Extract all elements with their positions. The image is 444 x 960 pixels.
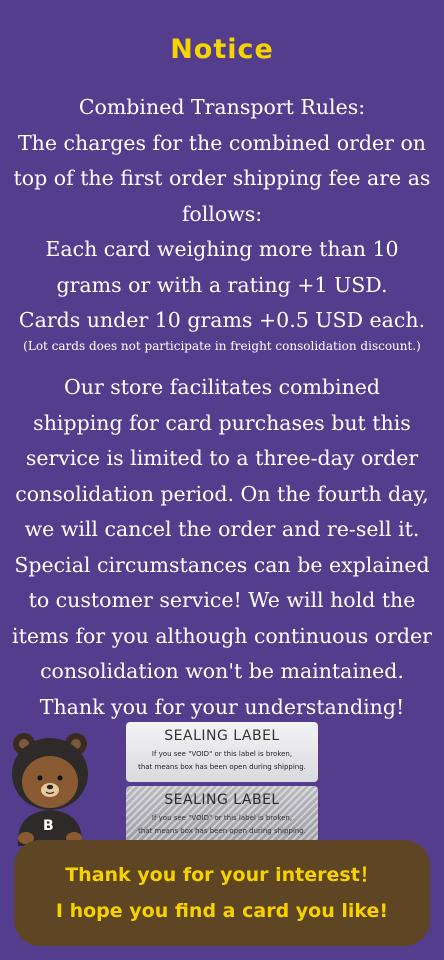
thank-you-banner: Thank you for your interest！ I hope you … (14, 840, 430, 946)
policy-line: service is limited to a three-day order (25, 446, 419, 470)
rules-line: The charges for the combined order on (17, 130, 427, 155)
banner-line-2: I hope you find a card you like! (55, 900, 389, 922)
policy-line: items for you although continuous order (12, 623, 432, 648)
rules-line: Cards under 10 grams +0.5 USD each. (18, 308, 426, 332)
sealing-label-text: that means box has been open during ship… (138, 763, 306, 771)
rules-line: grams or with a rating +1 USD. (56, 272, 388, 297)
policy-line: consolidation won't be maintained. (40, 659, 404, 683)
notice-title: Notice (170, 34, 274, 65)
policy-line: Special circumstances can be explained (14, 552, 430, 577)
policy-line: we will cancel the order and re-sell it. (24, 517, 420, 541)
policy-line: consolidation period. On the fourth day, (15, 481, 429, 506)
mascot-letter: B (43, 818, 54, 834)
consolidation-policy: Our store facilitates combined shipping … (6, 370, 438, 725)
sealing-label-title: SEALING LABEL (164, 728, 280, 744)
policy-line: to customer service! We will hold the (28, 588, 416, 612)
rules-line: Combined Transport Rules: (78, 95, 366, 119)
rules-line: top of the first order shipping fee are … (13, 166, 431, 190)
sealing-label-text: If you see "VOID" or this label is broke… (151, 750, 293, 758)
banner-line-1: Thank you for your interest！ (65, 864, 379, 886)
sealing-label-title: SEALING LABEL (164, 792, 280, 808)
policy-line: Our store facilitates combined (63, 375, 381, 399)
policy-line: shipping for card purchases but this (33, 410, 411, 435)
lot-cards-note: (Lot cards does not participate in freig… (23, 338, 421, 353)
policy-line: Thank you for your understanding! (39, 694, 405, 719)
rules-line: Each card weighing more than 10 (45, 237, 399, 261)
sealing-label-text: that means box has been open during ship… (138, 827, 306, 835)
sealing-label-text: If you see "VOID" or this label is broke… (151, 814, 293, 822)
sealing-label-clean: SEALING LABEL If you see "VOID" or this … (126, 722, 318, 782)
combined-transport-rules: Combined Transport Rules: The charges fo… (6, 90, 438, 355)
sealing-label-void: SEALING LABEL If you see "VOID" or this … (126, 786, 318, 846)
rules-line: follows: (181, 201, 263, 226)
